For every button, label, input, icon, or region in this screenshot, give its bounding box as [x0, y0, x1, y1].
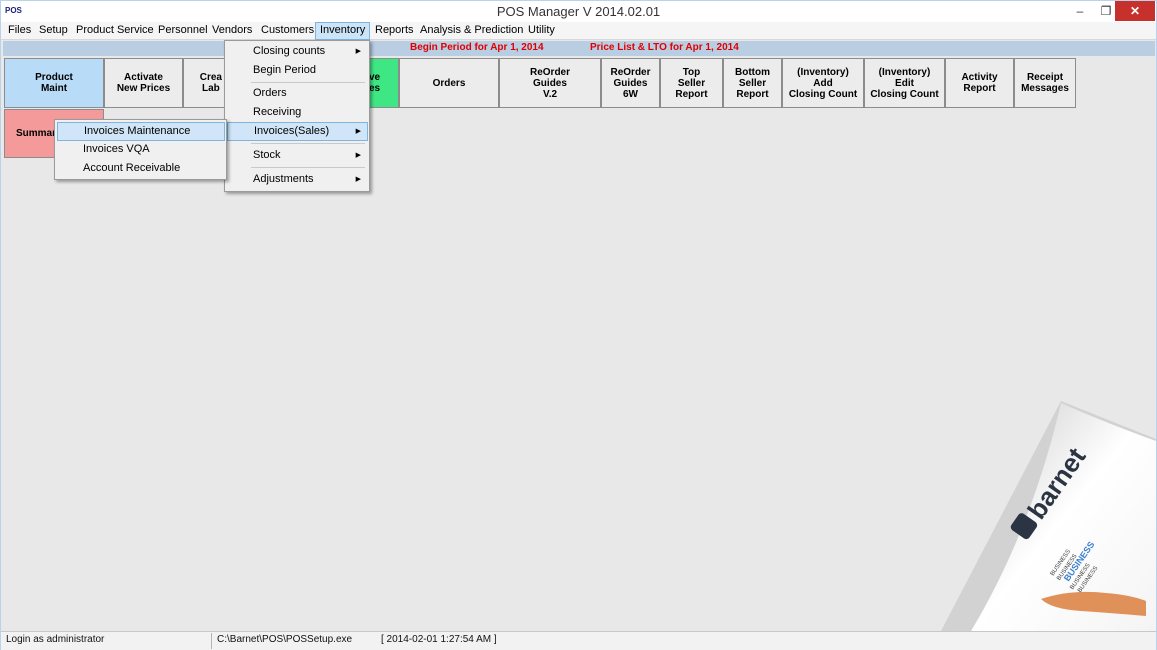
menu-item-stock[interactable]: Stock ▶ [227, 146, 367, 165]
menu-customers[interactable]: Customers [257, 22, 318, 40]
window-title: POS Manager V 2014.02.01 [496, 4, 661, 19]
barnet-logo: barnet BUSINESS BUSINESS BUSINESS BUSINE… [941, 401, 1156, 631]
inventory-menu: Closing counts ▶ Begin Period Orders Rece… [224, 40, 370, 192]
menu-item-account-receivable[interactable]: Account Receivable [57, 159, 225, 178]
menu-item-invoices-vqa[interactable]: Invoices VQA [57, 140, 225, 159]
reorder-guides-6w-button[interactable]: ReOrder Guides 6W [601, 58, 660, 108]
menu-item-invoices-sales[interactable]: Invoices(Sales) ▶ [227, 122, 368, 141]
product-maint-button[interactable]: Product Maint [4, 58, 104, 108]
close-button[interactable]: ✕ [1115, 1, 1155, 21]
menu-inventory[interactable]: Inventory [315, 22, 371, 40]
orders-button[interactable]: Orders [399, 58, 499, 108]
activity-report-button[interactable]: Activity Report [945, 58, 1014, 108]
menu-item-orders[interactable]: Orders [227, 84, 367, 103]
receipt-messages-button[interactable]: Receipt Messages [1014, 58, 1076, 108]
create-labels-button[interactable]: Crea Lab [183, 58, 227, 108]
menu-bar: Files Setup Product Service Personnel Ve… [1, 22, 1156, 40]
menu-product-service[interactable]: Product Service [72, 22, 158, 40]
menu-reports[interactable]: Reports [371, 22, 418, 40]
menu-analysis-prediction[interactable]: Analysis & Prediction [416, 22, 527, 40]
period-info-strip: Begin Period for Apr 1, 2014 Price List … [3, 41, 1155, 56]
status-datetime: [ 2014-02-01 1:27:54 AM ] [381, 634, 497, 645]
status-bar: Login as administrator C:\Barnet\POS\POS… [1, 631, 1156, 650]
submenu-arrow-icon: ▶ [355, 128, 361, 135]
menu-item-adjustments[interactable]: Adjustments ▶ [227, 170, 367, 189]
add-closing-count-button[interactable]: (Inventory) Add Closing Count [782, 58, 864, 108]
submenu-arrow-icon: ▶ [355, 176, 361, 183]
menu-item-invoices-maintenance[interactable]: Invoices Maintenance [57, 122, 225, 141]
bottom-seller-report-button[interactable]: Bottom Seller Report [723, 58, 782, 108]
submenu-arrow-icon: ▶ [355, 48, 361, 55]
menu-files[interactable]: Files [4, 22, 35, 40]
minimize-button[interactable]: – [1067, 1, 1093, 21]
menu-vendors[interactable]: Vendors [208, 22, 256, 40]
edit-closing-count-button[interactable]: (Inventory) Edit Closing Count [864, 58, 945, 108]
menu-separator [251, 143, 365, 144]
app-window: POS POS Manager V 2014.02.01 – ❐ ✕ Files… [0, 0, 1157, 650]
menu-utility[interactable]: Utility [524, 22, 559, 40]
top-seller-report-button[interactable]: Top Seller Report [660, 58, 723, 108]
status-divider [211, 633, 212, 649]
begin-period-text: Begin Period for Apr 1, 2014 [410, 42, 544, 53]
invoices-submenu: Invoices Maintenance Invoices VQA Accoun… [54, 119, 227, 180]
menu-item-receiving[interactable]: Receiving [227, 103, 367, 122]
menu-personnel[interactable]: Personnel [154, 22, 212, 40]
login-status: Login as administrator [6, 634, 105, 645]
menu-item-closing-counts[interactable]: Closing counts ▶ [227, 42, 367, 61]
menu-separator [251, 82, 365, 83]
title-bar: POS POS Manager V 2014.02.01 – ❐ ✕ [1, 1, 1156, 22]
reorder-guides-v2-button[interactable]: ReOrder Guides V.2 [499, 58, 601, 108]
submenu-arrow-icon: ▶ [355, 152, 361, 159]
menu-separator [251, 167, 365, 168]
setup-path: C:\Barnet\POS\POSSetup.exe [217, 634, 353, 645]
price-list-text: Price List & LTO for Apr 1, 2014 [590, 42, 739, 53]
menu-setup[interactable]: Setup [35, 22, 72, 40]
activate-new-prices-button[interactable]: Activate New Prices [104, 58, 183, 108]
menu-item-begin-period[interactable]: Begin Period [227, 61, 367, 80]
